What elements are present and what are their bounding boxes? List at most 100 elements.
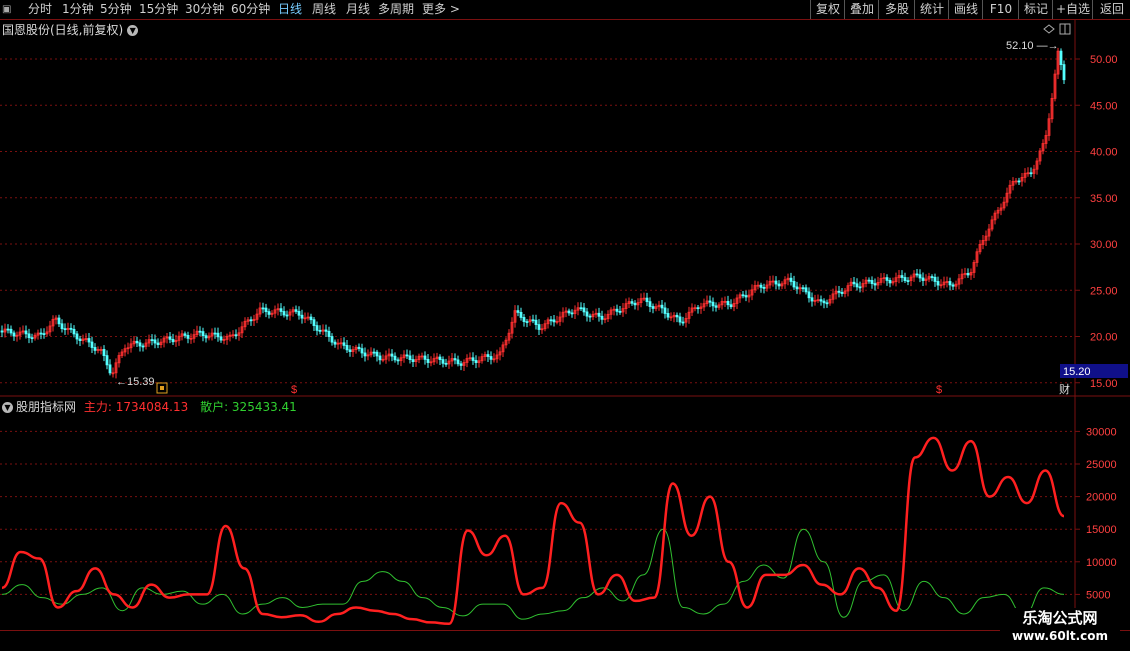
candle-body xyxy=(801,287,805,290)
candle-body xyxy=(213,332,217,335)
candle-body xyxy=(6,328,10,331)
candle-body xyxy=(186,335,190,339)
candle-body xyxy=(489,356,493,360)
candle-body xyxy=(438,356,442,360)
candle-body xyxy=(78,338,82,342)
candle-body xyxy=(171,338,175,343)
candle-body xyxy=(531,319,535,322)
candle-body xyxy=(819,299,823,302)
candle-body xyxy=(792,281,796,288)
candle-body xyxy=(852,281,856,285)
candle-body xyxy=(93,347,97,351)
main-force-value: 主力: 1734084.13 xyxy=(83,400,189,414)
candle-body xyxy=(537,324,541,330)
indicator-axis-label: 20000 xyxy=(1086,492,1117,504)
candle-body xyxy=(666,313,670,318)
candle-body xyxy=(411,359,415,363)
candle-body xyxy=(486,354,490,357)
candle-body xyxy=(630,301,634,304)
candle-body xyxy=(618,310,622,313)
candle-body xyxy=(903,277,907,282)
candle-body xyxy=(648,301,652,307)
candle-body xyxy=(135,340,139,344)
candle-body xyxy=(810,297,814,302)
kline-chart-canvas[interactable]: 50.00 45.00 40.00 35.00 30.00 25.00 20.00 15.00… xyxy=(0,0,1130,650)
candle-body xyxy=(870,280,874,284)
indicator-name: 股朋指标网 xyxy=(16,400,77,414)
candle-body xyxy=(681,321,685,324)
candle-body xyxy=(711,301,715,307)
price-axis-label: 30.00 xyxy=(1090,239,1118,251)
candle-body xyxy=(933,276,937,282)
indicator-axis-label: 15000 xyxy=(1086,524,1117,536)
indicator-axis-label: 30000 xyxy=(1086,426,1117,438)
candle-body xyxy=(357,346,361,350)
candle-body xyxy=(789,277,793,282)
candle-body xyxy=(408,355,412,360)
candle-body xyxy=(804,287,808,293)
finance-tag: 财 xyxy=(1059,382,1070,396)
candle-body xyxy=(615,308,619,312)
candle-body xyxy=(423,355,427,360)
candle-body xyxy=(1017,180,1021,183)
candle-body xyxy=(375,351,379,357)
candle-body xyxy=(9,328,13,334)
indicator-axis-label: 5000 xyxy=(1086,589,1110,601)
candle-body xyxy=(906,280,910,283)
candle-body xyxy=(201,331,205,337)
candle-body xyxy=(825,302,829,305)
candle-body xyxy=(807,291,811,299)
candle-body xyxy=(522,317,526,322)
candle-body xyxy=(777,283,781,287)
dividend-mark: $ xyxy=(936,384,942,396)
candle-body xyxy=(378,355,382,361)
candle-body xyxy=(315,325,319,331)
candle-body xyxy=(150,339,154,341)
candle-body xyxy=(72,328,76,335)
candle-body xyxy=(774,280,778,285)
indicator-header: ▼ 股朋指标网 主力: 1734084.13 散户: 325433.41 xyxy=(2,398,297,414)
candle-body xyxy=(837,290,841,293)
candle-body xyxy=(441,359,445,364)
annotations: 52.10 —→ ←15.39 15.20 财 $ $ xyxy=(116,23,1128,396)
candle-body xyxy=(1029,172,1033,175)
candle-body xyxy=(519,311,523,318)
candle-body xyxy=(900,275,904,278)
diamond-icon xyxy=(1043,24,1055,34)
retail-value: 散户: 325433.41 xyxy=(200,400,297,414)
candle-body xyxy=(282,311,286,316)
candle-body xyxy=(360,348,364,354)
price-grid xyxy=(0,58,1075,384)
candle-body xyxy=(714,305,718,308)
candle-body xyxy=(330,336,334,343)
candle-body xyxy=(105,355,109,366)
candle-body xyxy=(87,338,91,343)
candle-body xyxy=(579,307,583,310)
main-force-line xyxy=(1,436,1065,625)
chevron-down-icon[interactable]: ▼ xyxy=(127,25,139,36)
candle-body xyxy=(525,321,529,323)
candle-body xyxy=(138,342,142,347)
candle-body xyxy=(90,341,94,348)
candle-body xyxy=(708,300,712,303)
candle-body xyxy=(930,276,934,278)
candle-body xyxy=(324,329,328,332)
candle-body xyxy=(459,363,463,366)
candle-body xyxy=(297,311,301,316)
indicator-axis-label: 10000 xyxy=(1086,557,1117,569)
candle-body xyxy=(405,354,409,357)
candle-body xyxy=(588,315,592,318)
candle-body xyxy=(285,314,289,317)
candle-body xyxy=(348,349,352,352)
chevron-down-icon[interactable]: ▼ xyxy=(2,402,13,413)
price-axis-label: 50.00 xyxy=(1090,54,1118,66)
candle-body xyxy=(663,307,667,314)
candle-body xyxy=(873,283,877,286)
candle-body xyxy=(552,319,556,323)
candle-body xyxy=(342,342,346,346)
candle-body xyxy=(219,336,223,341)
watermark-url: www.60lt.com xyxy=(1011,629,1109,643)
candle-body xyxy=(549,319,553,322)
candle-body xyxy=(363,352,367,357)
candle-body xyxy=(921,277,925,281)
